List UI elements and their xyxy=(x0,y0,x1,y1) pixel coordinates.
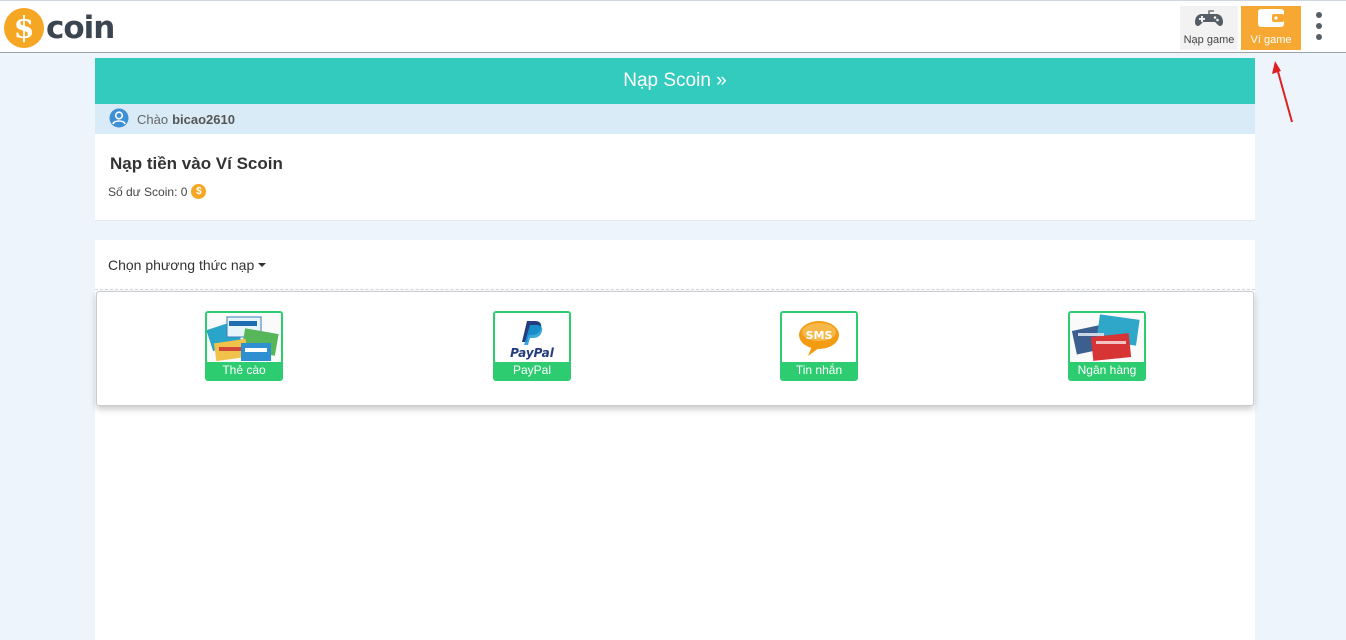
method-label: PayPal xyxy=(495,362,569,379)
kebab-menu-icon[interactable] xyxy=(1308,11,1330,41)
payment-method-menu: Thẻ cào PayPal PayPal SMS Tin nhắn Ngân … xyxy=(96,291,1254,406)
greeting-bar: Chào bicao2610 xyxy=(95,104,1255,134)
payment-method-toggle-label: Chọn phương thức nạp xyxy=(108,257,255,273)
wallet-title: Nạp tiền vào Ví Scoin xyxy=(110,154,283,173)
wallet-card: Nạp tiền vào Ví Scoin Số dư Scoin: 0 $ xyxy=(95,134,1255,221)
bank-cards-icon xyxy=(1070,313,1144,363)
nap-game-button[interactable]: Nạp game xyxy=(1180,6,1238,50)
wallet-icon xyxy=(1256,8,1286,31)
divider xyxy=(95,289,1255,290)
method-ngan-hang[interactable]: Ngân hàng xyxy=(1068,311,1146,381)
method-label: Thẻ cào xyxy=(207,362,281,379)
greeting-username: bicao2610 xyxy=(172,111,235,127)
scoin-coin-icon: $ xyxy=(191,184,207,199)
method-the-cao[interactable]: Thẻ cào xyxy=(205,311,283,381)
user-avatar-icon xyxy=(109,108,129,131)
caret-down-icon xyxy=(258,263,267,267)
greeting-prefix: Chào xyxy=(137,111,169,127)
gamepad-icon xyxy=(1194,10,1224,31)
method-paypal[interactable]: PayPal PayPal xyxy=(493,311,571,381)
sms-logo-text: SMS xyxy=(806,329,833,342)
method-label: Tin nhắn xyxy=(782,362,856,379)
method-tin-nhan[interactable]: SMS Tin nhắn xyxy=(780,311,858,381)
coin-logo-icon: $ xyxy=(4,8,44,48)
scratch-cards-icon xyxy=(207,313,281,363)
vi-game-label: Ví game xyxy=(1250,34,1292,46)
paypal-logo-text: PayPal xyxy=(510,346,555,360)
nap-game-label: Nạp game xyxy=(1183,34,1235,46)
top-navbar: $ coin Nạp game Ví game xyxy=(0,0,1346,53)
sms-bubble-icon: SMS xyxy=(782,313,856,363)
wallet-balance: Số dư Scoin: 0 $ xyxy=(108,184,207,199)
balance-label: Số dư Scoin: 0 xyxy=(108,184,188,199)
nap-scoin-banner[interactable]: Nạp Scoin » xyxy=(95,58,1255,104)
annotation-arrow-icon xyxy=(1272,61,1293,123)
payment-method-dropdown-toggle[interactable]: Chọn phương thức nạp xyxy=(108,257,267,273)
logo-text: coin xyxy=(46,10,115,46)
method-label: Ngân hàng xyxy=(1070,362,1144,379)
vi-game-button[interactable]: Ví game xyxy=(1241,6,1301,50)
scoin-logo[interactable]: $ coin xyxy=(4,7,115,49)
paypal-logo-icon: PayPal xyxy=(495,313,569,363)
